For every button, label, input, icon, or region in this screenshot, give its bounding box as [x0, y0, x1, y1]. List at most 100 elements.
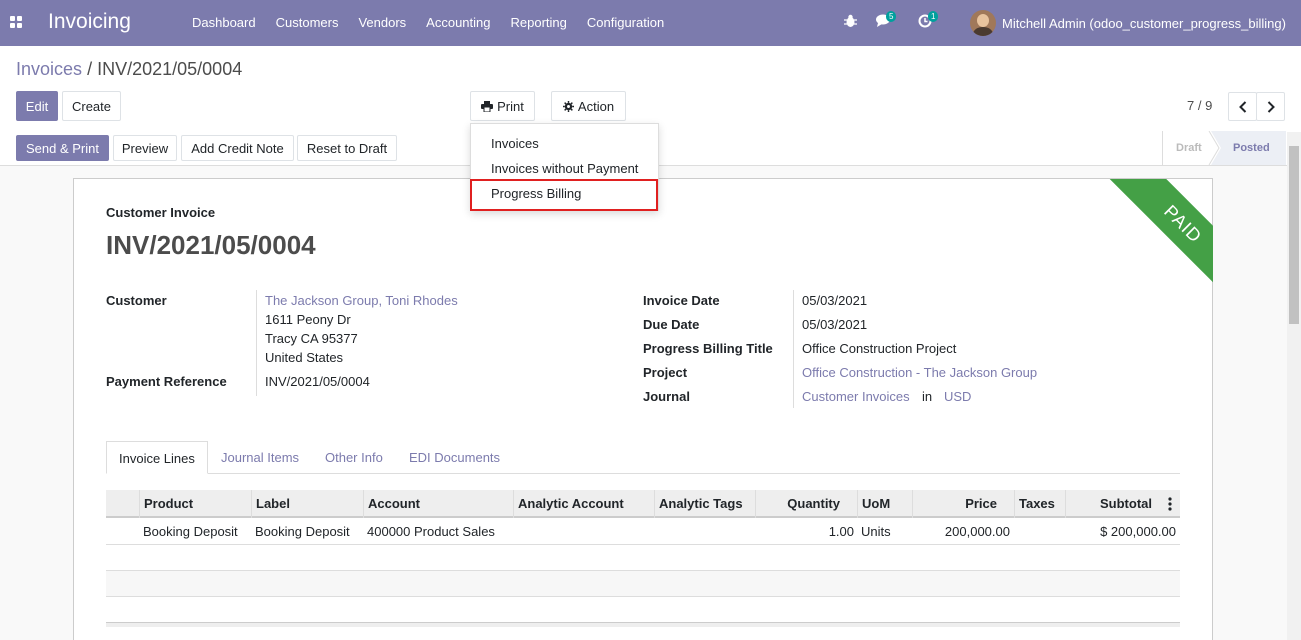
breadcrumb-separator: / — [87, 59, 93, 79]
invoice-date-value: 05/03/2021 — [802, 293, 868, 308]
empty-row — [106, 571, 1180, 596]
currency-link[interactable]: USD — [944, 389, 971, 404]
invoice-number: INV/2021/05/0004 — [106, 230, 316, 260]
column-header-uom[interactable]: UoM — [862, 490, 890, 518]
payment-reference-label: Payment Reference — [106, 374, 227, 389]
divider — [1065, 490, 1066, 518]
notebook-tabs: Invoice Lines Journal Items Other Info E… — [106, 441, 1180, 474]
reset-to-draft-button[interactable]: Reset to Draft — [297, 135, 397, 161]
print-menu-invoices[interactable]: Invoices — [471, 131, 658, 156]
apps-menu-icon[interactable] — [10, 16, 23, 29]
status-draft[interactable]: Draft — [1176, 131, 1202, 165]
chevron-right-icon — [1267, 100, 1275, 113]
column-header-product[interactable]: Product — [144, 490, 193, 518]
print-menu-invoices-without-payment[interactable]: Invoices without Payment — [471, 156, 658, 181]
print-button[interactable]: Print — [470, 91, 535, 121]
cell-product: Booking Deposit — [143, 524, 238, 539]
breadcrumb-invoices-link[interactable]: Invoices — [16, 59, 82, 79]
gear-icon — [562, 100, 574, 112]
menu-vendors[interactable]: Vendors — [348, 0, 416, 46]
paid-ribbon-label: PAID — [1098, 179, 1213, 309]
print-dropdown-menu: Invoices Invoices without Payment Progre… — [470, 123, 659, 211]
due-date-label: Due Date — [643, 317, 700, 332]
user-menu[interactable]: Mitchell Admin (odoo_customer_progress_b… — [970, 10, 1286, 36]
divider — [106, 544, 1180, 545]
menu-accounting[interactable]: Accounting — [416, 0, 500, 46]
project-label: Project — [643, 365, 688, 380]
divider — [513, 490, 514, 518]
scrollbar-thumb[interactable] — [1289, 146, 1299, 324]
menu-dashboard[interactable]: Dashboard — [182, 0, 266, 46]
messages-count-badge: 5 — [886, 11, 897, 22]
tab-other-info[interactable]: Other Info — [325, 441, 383, 474]
divider — [1014, 490, 1015, 518]
app-title: Invoicing — [48, 10, 131, 33]
customer-label: Customer — [106, 293, 167, 308]
preview-button[interactable]: Preview — [113, 135, 177, 161]
customer-link[interactable]: The Jackson Group, Toni Rhodes — [265, 293, 458, 308]
status-posted: Posted — [1233, 142, 1270, 154]
bug-icon[interactable] — [844, 14, 857, 31]
due-date-value: 05/03/2021 — [802, 317, 868, 332]
main-menu: Dashboard Customers Vendors Accounting R… — [182, 0, 674, 46]
table-footer — [106, 622, 1180, 627]
column-header-taxes[interactable]: Taxes — [1019, 490, 1055, 518]
divider — [793, 290, 794, 408]
activities-icon[interactable]: 1 — [918, 11, 939, 31]
top-navbar: Invoicing Dashboard Customers Vendors Ac… — [0, 0, 1301, 46]
print-menu-progress-billing[interactable]: Progress Billing — [471, 181, 658, 206]
action-button-label: Action — [577, 98, 615, 114]
cell-uom: Units — [861, 524, 891, 539]
cell-subtotal: $ 200,000.00 — [1100, 524, 1176, 539]
print-icon — [481, 100, 494, 112]
pager-previous-button[interactable] — [1228, 92, 1257, 121]
send-print-button[interactable]: Send & Print — [16, 135, 109, 161]
cell-price: 200,000.00 — [944, 524, 1010, 539]
journal-link[interactable]: Customer Invoices — [802, 389, 910, 404]
divider — [755, 490, 756, 518]
divider — [363, 490, 364, 518]
optional-columns-icon[interactable] — [1168, 497, 1172, 511]
messages-icon[interactable]: 5 — [876, 11, 897, 30]
divider — [251, 490, 252, 518]
status-indicator: Draft Posted — [1162, 131, 1286, 165]
user-name: Mitchell Admin (odoo_customer_progress_b… — [1002, 15, 1286, 31]
column-header-subtotal[interactable]: Subtotal — [1070, 490, 1152, 518]
divider — [857, 490, 858, 518]
edit-button[interactable]: Edit — [16, 91, 58, 121]
tab-edi-documents[interactable]: EDI Documents — [409, 441, 500, 474]
create-button[interactable]: Create — [62, 91, 121, 121]
divider — [139, 490, 140, 518]
menu-reporting[interactable]: Reporting — [501, 0, 577, 46]
progress-billing-title-value: Office Construction Project — [802, 341, 957, 356]
project-link[interactable]: Office Construction - The Jackson Group — [802, 365, 1037, 380]
payment-reference-value: INV/2021/05/0004 — [265, 374, 370, 389]
pager-next-button[interactable] — [1256, 92, 1285, 121]
cell-label: Booking Deposit — [255, 524, 350, 539]
print-button-label: Print — [497, 98, 524, 114]
divider — [654, 490, 655, 518]
address-city: Tracy CA 95377 — [265, 331, 358, 346]
menu-customers[interactable]: Customers — [266, 0, 349, 46]
column-header-quantity[interactable]: Quantity — [760, 490, 840, 518]
journal-in-text: in — [922, 389, 933, 404]
column-header-analytic-tags[interactable]: Analytic Tags — [659, 490, 743, 518]
column-header-price[interactable]: Price — [917, 490, 997, 518]
column-header-label[interactable]: Label — [256, 490, 290, 518]
breadcrumb-current: INV/2021/05/0004 — [97, 59, 243, 79]
column-header-account[interactable]: Account — [368, 490, 420, 518]
add-credit-note-button[interactable]: Add Credit Note — [181, 135, 294, 161]
cell-quantity: 1.00 — [828, 524, 854, 539]
tab-journal-items[interactable]: Journal Items — [221, 441, 299, 474]
pager-value[interactable]: 7 / 9 — [1187, 98, 1212, 113]
progress-billing-title-label: Progress Billing Title — [643, 341, 773, 356]
invoice-date-label: Invoice Date — [643, 293, 720, 308]
divider — [256, 290, 257, 396]
tab-invoice-lines[interactable]: Invoice Lines — [106, 441, 208, 474]
journal-label: Journal — [643, 389, 690, 404]
menu-configuration[interactable]: Configuration — [577, 0, 674, 46]
action-button[interactable]: Action — [551, 91, 626, 121]
activities-count-badge: 1 — [928, 11, 939, 22]
breadcrumb: Invoices / INV/2021/05/0004 — [16, 59, 242, 80]
column-header-analytic-account[interactable]: Analytic Account — [518, 490, 624, 518]
